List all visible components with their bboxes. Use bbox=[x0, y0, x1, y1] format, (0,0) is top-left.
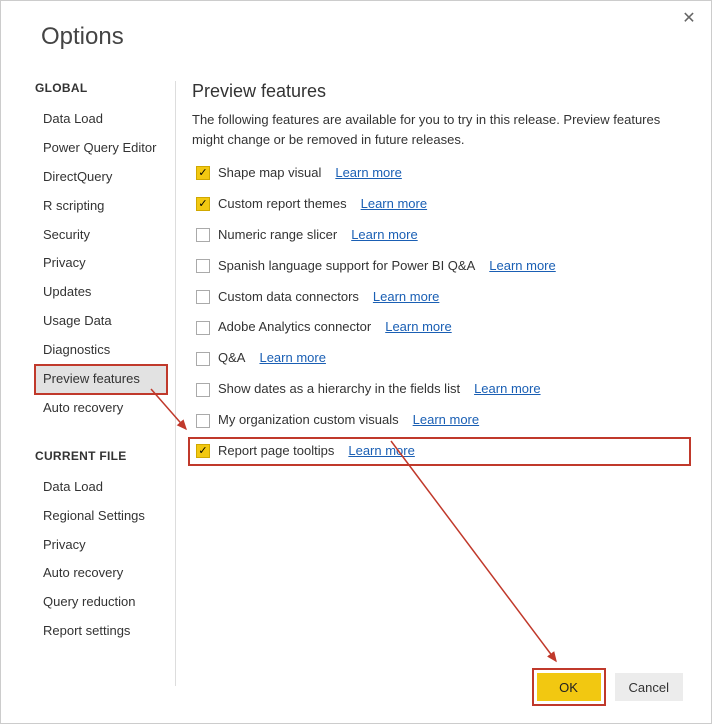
feature-label: Custom data connectors bbox=[218, 289, 359, 306]
checkbox-shape-map[interactable]: ✓ bbox=[196, 166, 210, 180]
feature-label: Show dates as a hierarchy in the fields … bbox=[218, 381, 460, 398]
feature-spanish-qna: Spanish language support for Power BI Q&… bbox=[192, 256, 687, 277]
feature-label: Shape map visual bbox=[218, 165, 321, 182]
sidebar-item-cf-privacy[interactable]: Privacy bbox=[35, 531, 167, 560]
learn-more-link[interactable]: Learn more bbox=[361, 196, 427, 213]
feature-label: My organization custom visuals bbox=[218, 412, 399, 429]
feature-custom-themes: ✓ Custom report themes Learn more bbox=[192, 194, 687, 215]
sidebar-item-cf-report-settings[interactable]: Report settings bbox=[35, 617, 167, 646]
sidebar-item-cf-regional-settings[interactable]: Regional Settings bbox=[35, 502, 167, 531]
checkbox-report-page-tooltips[interactable]: ✓ bbox=[196, 444, 210, 458]
feature-label: Report page tooltips bbox=[218, 443, 334, 460]
section-header-current-file: CURRENT FILE bbox=[35, 449, 167, 463]
sidebar-item-power-query-editor[interactable]: Power Query Editor bbox=[35, 134, 167, 163]
feature-adobe-analytics: Adobe Analytics connector Learn more bbox=[192, 317, 687, 338]
cancel-button[interactable]: Cancel bbox=[615, 673, 683, 701]
sidebar-item-r-scripting[interactable]: R scripting bbox=[35, 192, 167, 221]
checkbox-spanish-qna[interactable] bbox=[196, 259, 210, 273]
feature-qna: Q&A Learn more bbox=[192, 348, 687, 369]
sidebar-item-usage-data[interactable]: Usage Data bbox=[35, 307, 167, 336]
learn-more-link[interactable]: Learn more bbox=[474, 381, 540, 398]
feature-org-visuals: My organization custom visuals Learn mor… bbox=[192, 410, 687, 431]
learn-more-link[interactable]: Learn more bbox=[373, 289, 439, 306]
sidebar-item-security[interactable]: Security bbox=[35, 221, 167, 250]
sidebar-item-privacy[interactable]: Privacy bbox=[35, 249, 167, 278]
checkbox-qna[interactable] bbox=[196, 352, 210, 366]
sidebar: GLOBAL Data Load Power Query Editor Dire… bbox=[1, 81, 176, 686]
main-description: The following features are available for… bbox=[192, 110, 687, 149]
sidebar-item-preview-features[interactable]: Preview features bbox=[35, 365, 167, 394]
learn-more-link[interactable]: Learn more bbox=[259, 350, 325, 367]
learn-more-link[interactable]: Learn more bbox=[351, 227, 417, 244]
feature-list: ✓ Shape map visual Learn more ✓ Custom r… bbox=[192, 163, 687, 462]
sidebar-item-updates[interactable]: Updates bbox=[35, 278, 167, 307]
feature-numeric-slicer: Numeric range slicer Learn more bbox=[192, 225, 687, 246]
feature-label: Q&A bbox=[218, 350, 245, 367]
checkbox-custom-themes[interactable]: ✓ bbox=[196, 197, 210, 211]
sidebar-item-cf-query-reduction[interactable]: Query reduction bbox=[35, 588, 167, 617]
main-title: Preview features bbox=[192, 81, 687, 102]
feature-shape-map: ✓ Shape map visual Learn more bbox=[192, 163, 687, 184]
feature-label: Custom report themes bbox=[218, 196, 347, 213]
learn-more-link[interactable]: Learn more bbox=[385, 319, 451, 336]
sidebar-item-auto-recovery[interactable]: Auto recovery bbox=[35, 394, 167, 423]
checkbox-adobe-analytics[interactable] bbox=[196, 321, 210, 335]
checkbox-org-visuals[interactable] bbox=[196, 414, 210, 428]
sidebar-item-directquery[interactable]: DirectQuery bbox=[35, 163, 167, 192]
close-icon[interactable]: ✕ bbox=[679, 9, 699, 29]
ok-button[interactable]: OK bbox=[537, 673, 601, 701]
sidebar-item-data-load[interactable]: Data Load bbox=[35, 105, 167, 134]
dialog-title: Options bbox=[1, 1, 711, 51]
feature-label: Spanish language support for Power BI Q&… bbox=[218, 258, 475, 275]
sidebar-item-cf-auto-recovery[interactable]: Auto recovery bbox=[35, 559, 167, 588]
section-header-global: GLOBAL bbox=[35, 81, 167, 95]
checkbox-custom-connectors[interactable] bbox=[196, 290, 210, 304]
feature-date-hierarchy: Show dates as a hierarchy in the fields … bbox=[192, 379, 687, 400]
learn-more-link[interactable]: Learn more bbox=[335, 165, 401, 182]
feature-report-page-tooltips: ✓ Report page tooltips Learn more bbox=[192, 441, 687, 462]
dialog-footer: OK Cancel bbox=[537, 673, 683, 701]
feature-custom-connectors: Custom data connectors Learn more bbox=[192, 287, 687, 308]
checkbox-date-hierarchy[interactable] bbox=[196, 383, 210, 397]
feature-label: Numeric range slicer bbox=[218, 227, 337, 244]
learn-more-link[interactable]: Learn more bbox=[489, 258, 555, 275]
main-panel: Preview features The following features … bbox=[176, 81, 711, 686]
sidebar-item-cf-data-load[interactable]: Data Load bbox=[35, 473, 167, 502]
sidebar-item-diagnostics[interactable]: Diagnostics bbox=[35, 336, 167, 365]
checkbox-numeric-slicer[interactable] bbox=[196, 228, 210, 242]
learn-more-link[interactable]: Learn more bbox=[348, 443, 414, 460]
learn-more-link[interactable]: Learn more bbox=[413, 412, 479, 429]
feature-label: Adobe Analytics connector bbox=[218, 319, 371, 336]
